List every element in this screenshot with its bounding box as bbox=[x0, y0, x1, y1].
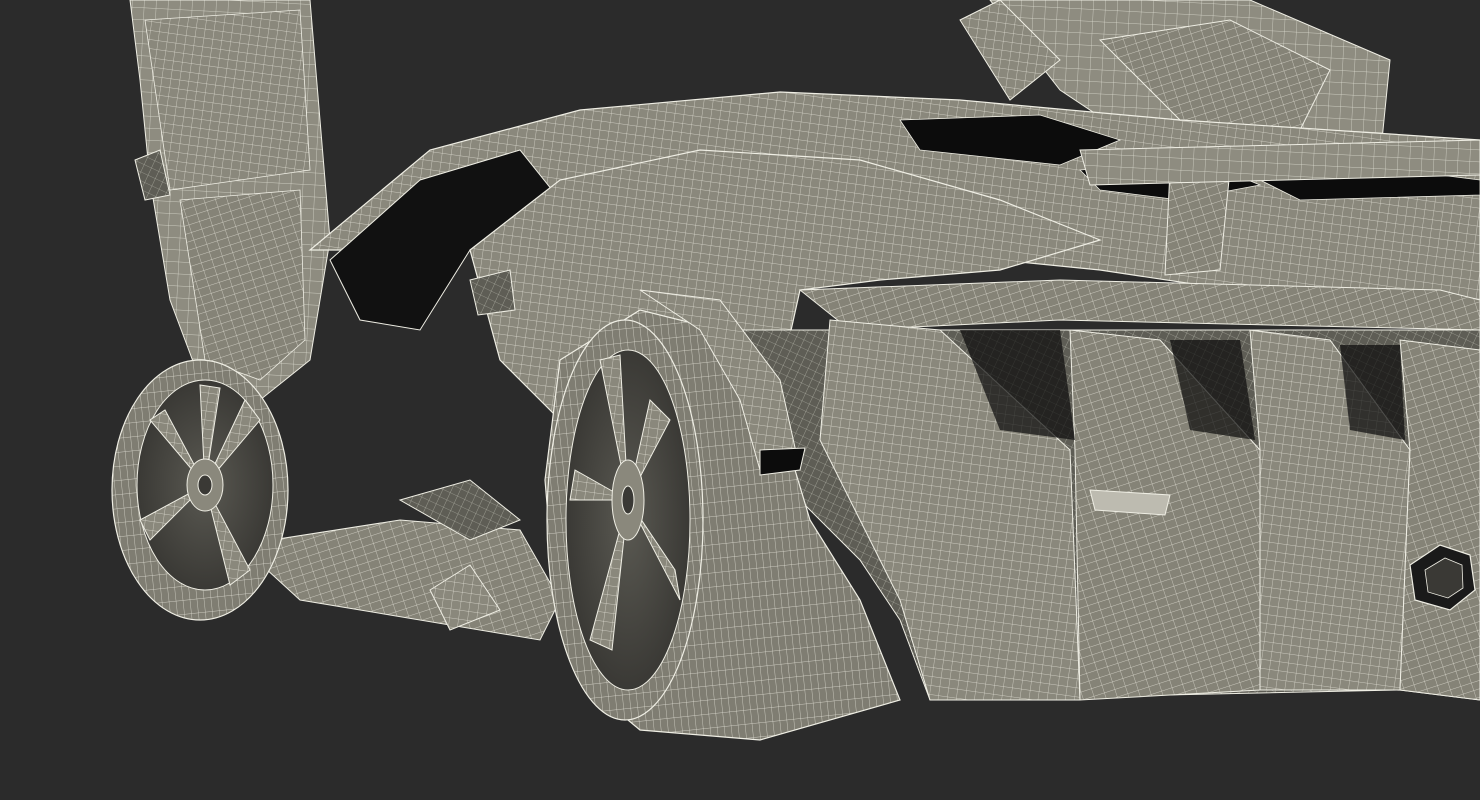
car-wireframe-render bbox=[0, 0, 1480, 800]
wheel-front bbox=[111, 359, 289, 621]
render-viewport bbox=[0, 0, 1480, 800]
